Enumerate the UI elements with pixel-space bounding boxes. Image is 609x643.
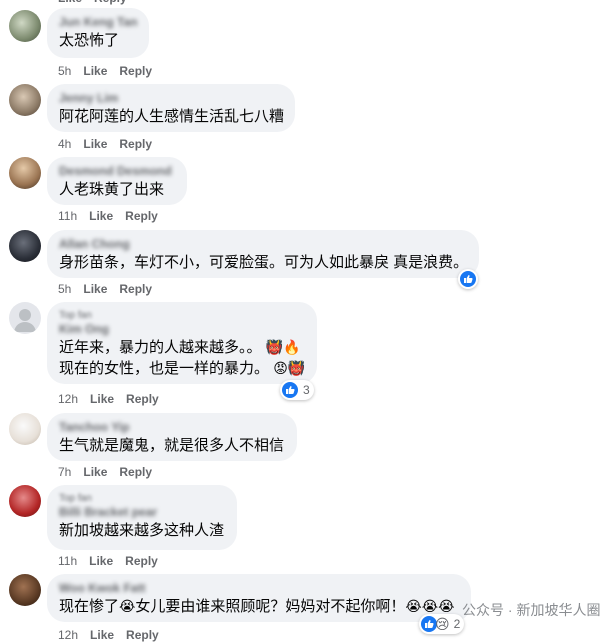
avatar[interactable] xyxy=(9,302,41,334)
like-button[interactable]: Like xyxy=(89,208,113,224)
avatar[interactable] xyxy=(9,10,41,42)
avatar[interactable] xyxy=(9,84,41,116)
comment-time[interactable]: 11h xyxy=(58,208,77,224)
comment-bubble: Woo Kwok Fatt 现在惨了😭女儿要由谁来照顾呢？妈妈对不起你啊！😭😭😭 xyxy=(47,574,471,622)
comment-bubble: Jun Keng Tan 太恐怖了 xyxy=(47,8,149,58)
comment-author[interactable]: Desmond Desmond xyxy=(59,164,175,179)
comment-time[interactable]: 5h xyxy=(58,63,71,79)
reply-button[interactable]: Reply xyxy=(126,627,159,643)
reaction-count: 3 xyxy=(303,383,310,397)
comment-time[interactable]: 12h xyxy=(58,391,78,407)
comment-actions: 5h Like Reply xyxy=(58,281,164,297)
comment-actions: 7h Like Reply xyxy=(58,464,164,480)
comment-author[interactable]: Billi Bracket pear xyxy=(59,505,225,520)
reply-button[interactable]: Reply xyxy=(119,281,152,297)
comment-actions: 4h Like Reply xyxy=(58,136,164,152)
like-button[interactable]: Like xyxy=(89,553,113,569)
comment-text: 近年来，暴力的人越来越多。。 👹🔥 xyxy=(59,339,301,356)
like-button[interactable]: Like xyxy=(90,627,114,643)
actions-partial-top: LikeReply xyxy=(58,0,139,6)
reactions-summary[interactable]: 😢 2 xyxy=(419,614,465,634)
comment-time[interactable]: 12h xyxy=(58,627,78,643)
like-button[interactable]: Like xyxy=(90,391,114,407)
like-reaction-icon xyxy=(460,271,476,287)
avatar[interactable] xyxy=(9,230,41,262)
avatar[interactable] xyxy=(9,157,41,189)
avatar[interactable] xyxy=(9,485,41,517)
comment-time[interactable]: 4h xyxy=(58,136,71,152)
reply-button[interactable]: Reply xyxy=(125,553,158,569)
comment-text: 现在惨了😭女儿要由谁来照顾呢？妈妈对不起你啊！😭😭😭 xyxy=(59,598,455,615)
comment-actions: 12h Like Reply xyxy=(58,627,171,643)
sad-reaction-icon: 😢 xyxy=(435,616,450,632)
crying-face-emoji: 😭😭😭 xyxy=(405,598,455,614)
comment-text: 阿花阿莲的人生感情生活乱七八糟 xyxy=(59,108,285,125)
reactions-summary[interactable] xyxy=(458,269,478,289)
comment-bubble: Top fan Billi Bracket pear 新加坡越来越多这种人渣 xyxy=(47,485,237,550)
like-reaction-icon xyxy=(282,382,298,398)
comment-bubble: Jenny Lim 阿花阿莲的人生感情生活乱七八糟 xyxy=(47,84,295,132)
reactions-summary[interactable]: 3 xyxy=(280,380,314,400)
comment-text: 身形苗条，车灯不小，可爱脸蛋。可为人如此暴戾 真是浪费。 xyxy=(59,254,469,271)
watermark: 公众号 · 新加坡华人圈 xyxy=(462,602,601,618)
comment-bubble: Top fan Kim Ong 近年来，暴力的人越来越多。。 👹🔥 现在的女性，… xyxy=(47,302,317,384)
comment-actions: 12h Like Reply xyxy=(58,391,171,407)
reply-button[interactable]: Reply xyxy=(126,391,159,407)
devil-mask-emoji: 👹 xyxy=(265,339,284,355)
like-button[interactable]: Like xyxy=(83,136,107,152)
comment-text: 新加坡越来越多这种人渣 xyxy=(59,522,225,539)
comment-time[interactable]: 11h xyxy=(58,553,77,569)
comment-author[interactable]: Jun Keng Tan xyxy=(59,15,137,30)
like-button[interactable]: Like xyxy=(83,281,107,297)
comment-bubble: Tanchoo Yip 生气就是魔鬼，就是很多人不相信 xyxy=(47,413,297,461)
comment-text: 生气就是魔鬼，就是很多人不相信 xyxy=(59,437,285,454)
crying-face-emoji: 😭 xyxy=(119,598,136,614)
reply-button[interactable]: Reply xyxy=(119,136,152,152)
comment-text: 人老珠黄了出来 xyxy=(59,181,165,198)
reply-button[interactable]: Reply xyxy=(119,464,152,480)
avatar[interactable] xyxy=(9,574,41,606)
devil-mask-emoji: 👹 xyxy=(287,360,306,376)
comment-actions: 5h Like Reply xyxy=(58,63,164,79)
top-fan-badge: Top fan xyxy=(59,310,92,321)
comment-author[interactable]: Tanchoo Yip xyxy=(59,420,285,435)
comment-text: 太恐怖了 xyxy=(59,32,120,49)
reaction-count: 2 xyxy=(453,617,461,631)
fire-emoji: 🔥 xyxy=(283,339,301,355)
comment-author[interactable]: Jenny Lim xyxy=(59,91,283,106)
reply-button[interactable]: Reply xyxy=(119,63,152,79)
face-emoji: 😡 xyxy=(273,360,288,376)
reply-button[interactable]: Reply xyxy=(125,208,158,224)
comment-actions: 11h Like Reply xyxy=(58,208,170,224)
comment-actions: 11h Like Reply xyxy=(58,553,170,569)
comment-author[interactable]: Allan Chong xyxy=(59,237,467,252)
comment-time[interactable]: 7h xyxy=(58,464,71,480)
comment-bubble: Allan Chong 身形苗条，车灯不小，可爱脸蛋。可为人如此暴戾 真是浪费。 xyxy=(47,230,479,278)
comment-author[interactable]: Kim Ong xyxy=(59,322,305,337)
comment-text-line-2: 现在的女性，也是一样的暴力。 😡👹 xyxy=(59,360,306,377)
comment-time[interactable]: 5h xyxy=(58,281,71,297)
comment-author[interactable]: Woo Kwok Fatt xyxy=(59,581,459,596)
top-fan-badge: Top fan xyxy=(59,493,92,504)
avatar[interactable] xyxy=(9,413,41,445)
like-button[interactable]: Like xyxy=(83,63,107,79)
comment-bubble: Desmond Desmond 人老珠黄了出来 xyxy=(47,157,187,205)
like-button[interactable]: Like xyxy=(83,464,107,480)
